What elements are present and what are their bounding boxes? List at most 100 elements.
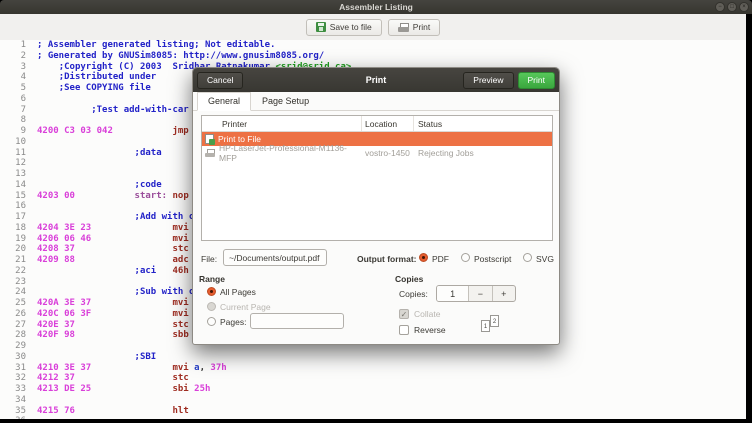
code-line: 36 (0, 416, 746, 419)
copies-label: Copies: (399, 289, 428, 299)
line-number: 11 (15, 147, 26, 158)
line-number: 21 (15, 255, 26, 265)
radio-pdf-label[interactable]: PDF (432, 254, 449, 264)
radio-current-page-label: Current Page (220, 302, 271, 312)
save-to-file-label: Save to file (329, 22, 372, 32)
line-number: 5 (20, 83, 26, 93)
radio-current-page (207, 302, 216, 311)
file-label: File: (201, 254, 218, 264)
print-dialog: Cancel Print Preview Print General Page … (192, 67, 560, 345)
preview-button[interactable]: Preview (463, 71, 514, 89)
output-format-label: Output format: (357, 254, 417, 264)
line-number: 3 (20, 61, 26, 72)
line-number: 15 (15, 190, 26, 201)
line-number: 28 (15, 330, 26, 341)
line-number: 34 (15, 394, 26, 405)
line-number: 16 (15, 201, 26, 212)
header-printer[interactable]: Printer (202, 116, 362, 131)
line-number: 26 (15, 308, 26, 319)
line-number: 35 (15, 405, 26, 416)
radio-svg[interactable] (523, 253, 532, 262)
code-line: 30 ;SBI (0, 352, 746, 363)
file-name-button[interactable]: ~/Documents/output.pdf (223, 249, 327, 266)
line-number: 19 (15, 233, 26, 244)
window-controls: − □ × (715, 2, 749, 12)
radio-postscript-label[interactable]: Postscript (474, 254, 511, 264)
printer-location: vostro-1450 (365, 148, 410, 158)
header-location[interactable]: Location (362, 116, 414, 131)
code-line: 32 4212 37 stc (0, 373, 746, 384)
printer-device-icon (205, 149, 215, 157)
line-number: 30 (15, 351, 26, 362)
line-number: 9 (20, 126, 26, 136)
header-status[interactable]: Status (414, 116, 552, 131)
copies-value[interactable]: 1 (437, 286, 469, 301)
collate-preview-page-1: 1 (481, 320, 490, 332)
line-number: 23 (15, 276, 26, 287)
line-number: 2 (20, 50, 26, 61)
radio-pages-label[interactable]: Pages: (220, 317, 246, 327)
minimize-icon[interactable]: − (715, 2, 725, 12)
copies-decrement-button[interactable]: − (468, 286, 491, 301)
maximize-icon[interactable]: □ (727, 2, 737, 12)
radio-all-pages-label[interactable]: All Pages (220, 287, 256, 297)
code-line: 31 4210 3E 37 mvi a, 37h (0, 363, 746, 374)
desktop: Assembler Listing − □ × Save to file Pri… (0, 0, 752, 423)
line-number: 4 (20, 72, 26, 83)
print-button[interactable]: Print (387, 18, 441, 36)
line-number: 36 (0, 416, 26, 419)
line-number: 1 (20, 40, 26, 50)
radio-pdf[interactable] (419, 253, 428, 262)
window-titlebar: Assembler Listing − □ × (0, 0, 752, 14)
code-line: 1; Assembler generated listing; Not edit… (0, 40, 746, 51)
close-icon[interactable]: × (739, 2, 749, 12)
line-number: 25 (15, 298, 26, 308)
save-icon (315, 22, 326, 32)
line-number: 22 (15, 265, 26, 276)
line-number: 32 (15, 373, 26, 384)
save-to-file-button[interactable]: Save to file (305, 18, 382, 36)
printer-row-hp-laserjet[interactable]: HP-LaserJet-Professional-M1136-MFP vostr… (202, 143, 552, 163)
print-label: Print (412, 22, 431, 32)
line-number: 18 (15, 222, 26, 233)
tab-general[interactable]: General (197, 92, 252, 111)
line-number: 24 (15, 287, 26, 298)
code-line: 34 (0, 395, 746, 406)
printer-status: Rejecting Jobs (418, 148, 474, 158)
printer-list-header: Printer Location Status (202, 116, 552, 132)
radio-pages[interactable] (207, 317, 216, 326)
printer-icon (397, 22, 409, 32)
line-number: 8 (20, 115, 26, 126)
line-number: 10 (15, 136, 26, 147)
line-number: 14 (15, 179, 26, 190)
toolbar: Save to file Print (0, 14, 746, 40)
line-number: 17 (15, 212, 26, 222)
radio-all-pages[interactable] (207, 287, 216, 296)
print-dialog-tabs: General Page Setup (193, 92, 559, 111)
tab-page-setup[interactable]: Page Setup (251, 92, 320, 110)
line-number: 7 (20, 104, 26, 115)
code-line: 2; Generated by GNUSim8085: http://www.g… (0, 51, 746, 62)
line-number: 13 (15, 169, 26, 179)
collate-preview-page-2: 2 (490, 315, 499, 327)
copies-increment-button[interactable]: + (491, 286, 515, 301)
copies-spinner: 1 − + (436, 285, 516, 302)
line-number: 27 (15, 319, 26, 330)
reverse-checkbox[interactable] (399, 325, 409, 335)
collate-label: Collate (414, 309, 441, 319)
print-confirm-button[interactable]: Print (517, 71, 555, 89)
pages-input[interactable] (250, 313, 344, 329)
code-line: 33 4213 DE 25 sbi 25h (0, 384, 746, 395)
line-number: 29 (15, 341, 26, 351)
window-title: Assembler Listing (339, 2, 413, 12)
cancel-button[interactable]: Cancel (197, 71, 244, 89)
code-line: 35 4215 76 hlt (0, 406, 746, 417)
printer-list: Printer Location Status Print to File HP… (201, 115, 553, 241)
range-title: Range (199, 274, 225, 284)
radio-svg-label[interactable]: SVG (536, 254, 554, 264)
radio-postscript[interactable] (461, 253, 470, 262)
reverse-label[interactable]: Reverse (414, 325, 446, 335)
collate-checkbox: ✓ (399, 309, 409, 319)
line-number: 31 (15, 362, 26, 373)
line-number: 6 (20, 93, 26, 104)
